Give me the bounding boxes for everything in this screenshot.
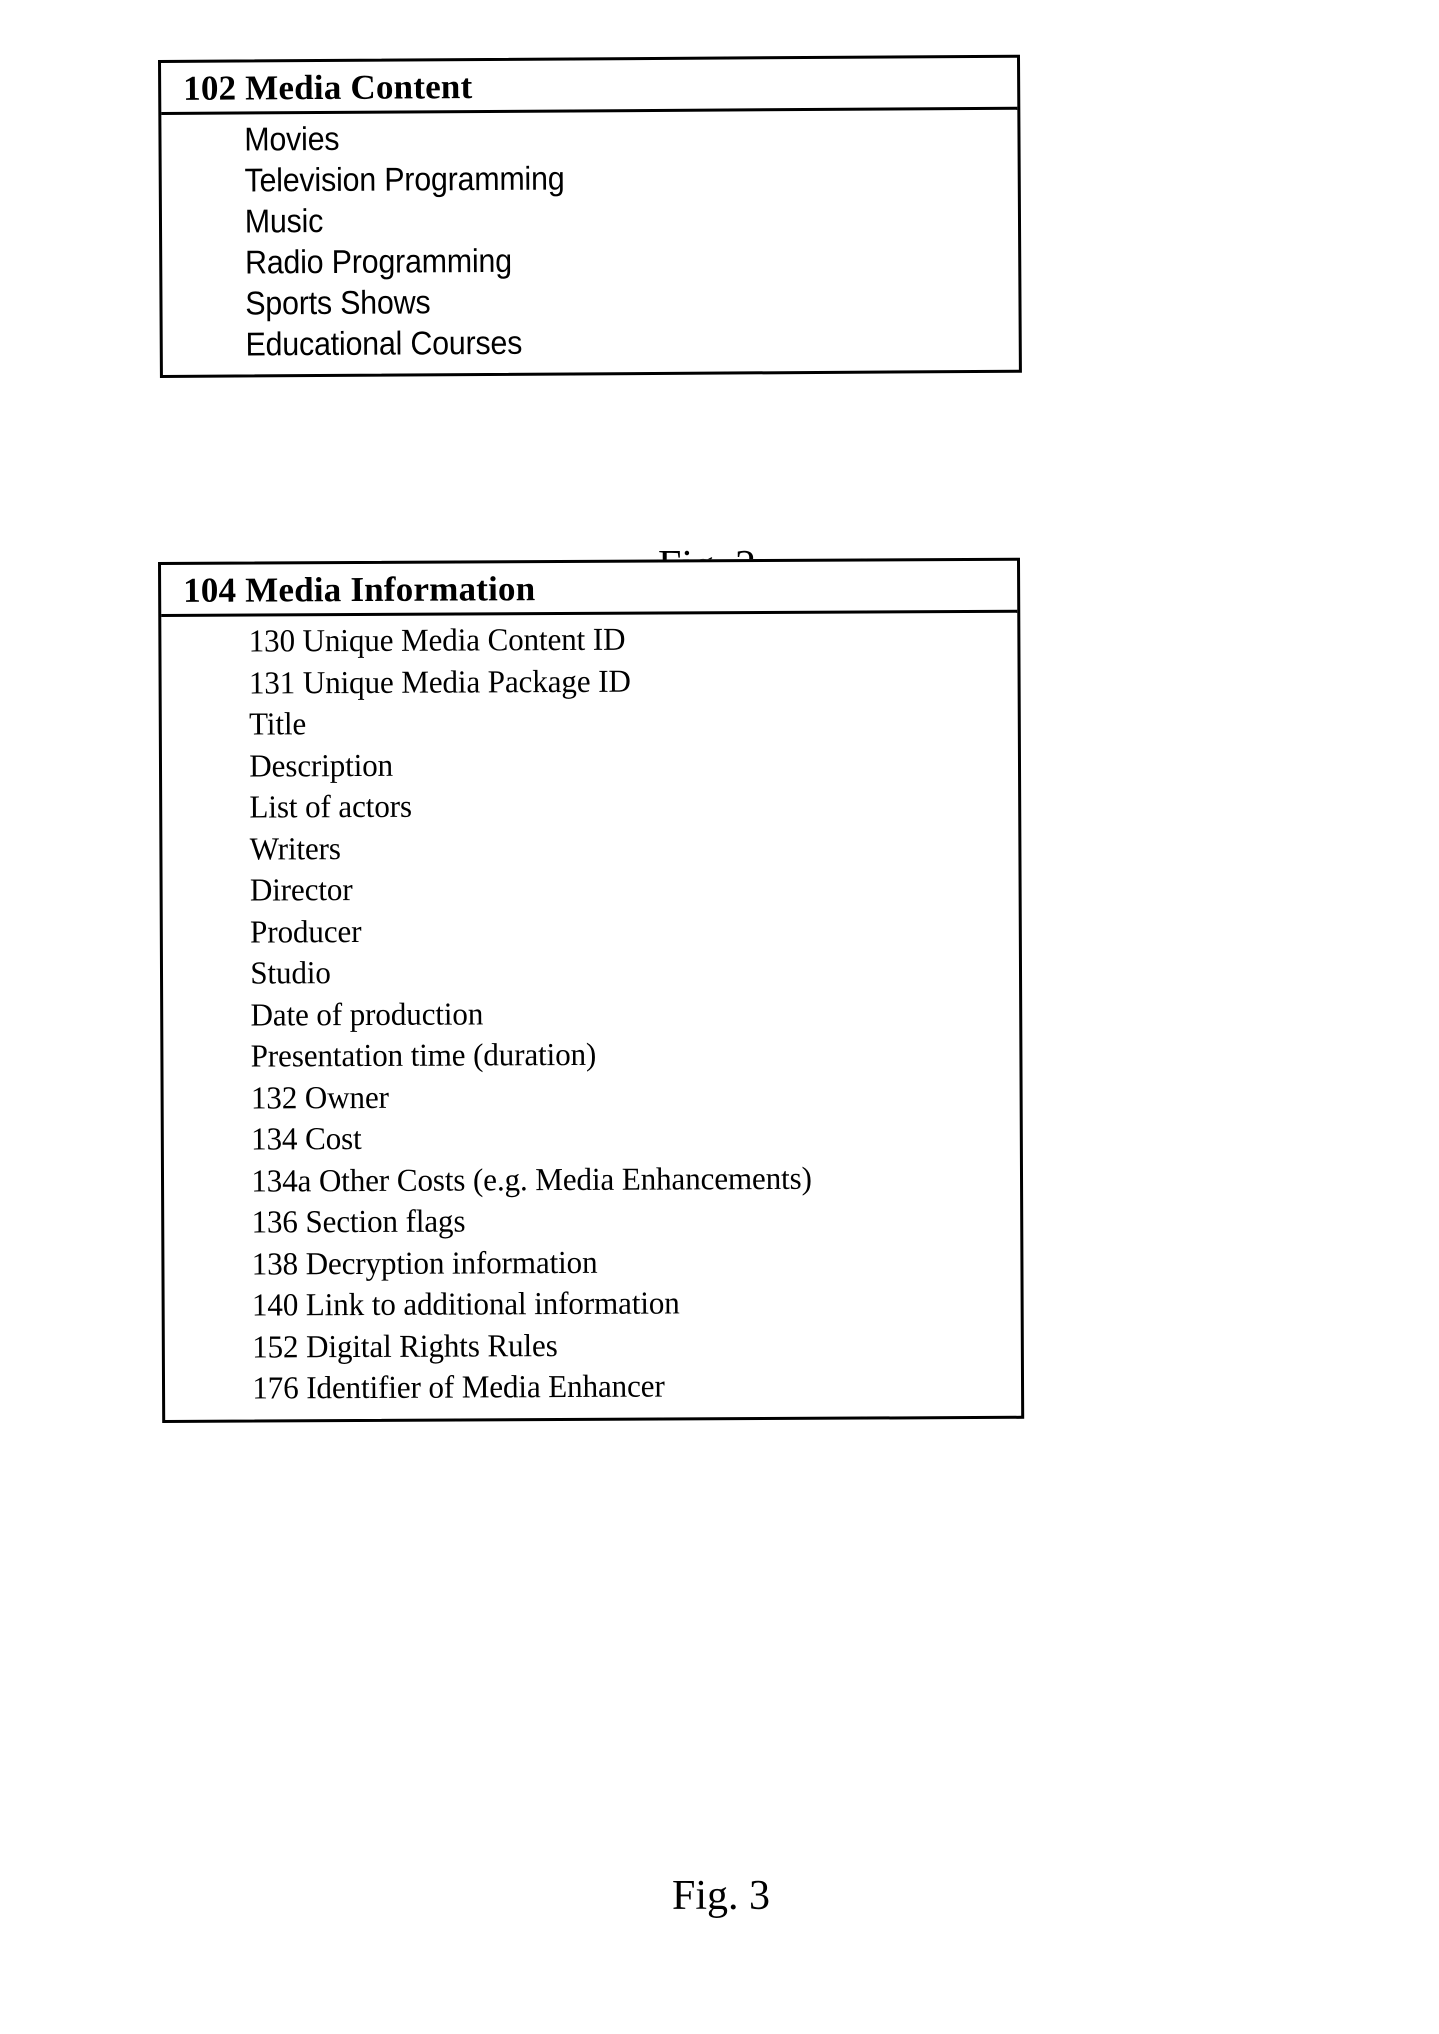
- list-item: Description: [249, 746, 394, 784]
- media-information-box-title: 104 Media Information: [161, 560, 1018, 618]
- figure-3-caption: Fig. 3: [672, 1873, 771, 1919]
- list-item: 131 Unique Media Package ID: [248, 662, 631, 701]
- figure-2-container: 102 Media Content Movies Television Prog…: [158, 54, 1022, 379]
- list-item: Director: [249, 871, 353, 908]
- media-information-box: 104 Media Information 130 Unique Media C…: [158, 557, 1025, 1423]
- media-information-list: 130 Unique Media Content ID 131 Unique M…: [161, 613, 1021, 1420]
- list-item: 130 Unique Media Content ID: [248, 620, 626, 659]
- list-item: 132 Owner: [250, 1078, 389, 1116]
- list-item: 134a Other Costs (e.g. Media Enhancement…: [251, 1159, 812, 1199]
- list-item: 176 Identifier of Media Enhancer: [252, 1367, 665, 1406]
- list-item: 152 Digital Rights Rules: [252, 1326, 558, 1365]
- list-item: Studio: [250, 954, 331, 991]
- list-item: 138 Decryption information: [251, 1243, 598, 1282]
- list-item: Writers: [249, 829, 341, 867]
- list-item: Presentation time (duration): [250, 1036, 597, 1074]
- list-item: Producer: [250, 912, 362, 950]
- list-item: Radio Programming: [244, 242, 513, 281]
- list-item: Title: [249, 705, 307, 742]
- figure-3-container: 104 Media Information 130 Unique Media C…: [158, 557, 1025, 1423]
- list-item: Movies: [244, 120, 340, 158]
- list-item: Sports Shows: [245, 283, 431, 322]
- list-item: List of actors: [249, 787, 413, 825]
- patent-figure-page: 102 Media Content Movies Television Prog…: [0, 0, 1439, 2034]
- list-item: Date of production: [250, 995, 484, 1033]
- list-item: 140 Link to additional information: [251, 1284, 680, 1323]
- list-item: 134 Cost: [251, 1120, 362, 1157]
- media-content-list: Movies Television Programming Music Radi…: [161, 110, 1019, 375]
- list-item: Music: [244, 202, 324, 240]
- media-content-box: 102 Media Content Movies Television Prog…: [158, 54, 1022, 379]
- list-item: 136 Section flags: [251, 1202, 466, 1240]
- list-item: Television Programming: [244, 159, 565, 199]
- list-item: Educational Courses: [245, 323, 523, 363]
- media-content-box-title: 102 Media Content: [161, 57, 1018, 116]
